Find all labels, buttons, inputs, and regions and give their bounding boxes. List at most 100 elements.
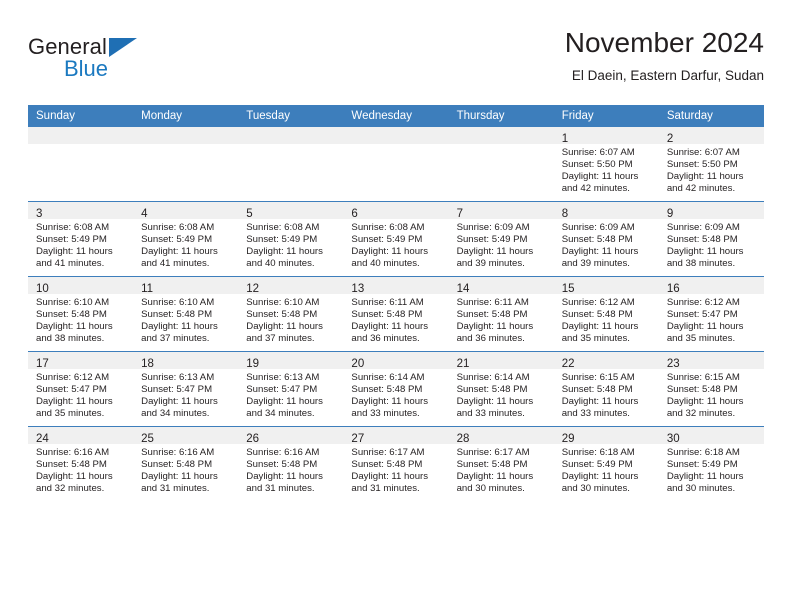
daylight-text-line1: Daylight: 11 hours — [36, 246, 113, 258]
calendar-day-cell[interactable]: 23 Sunrise: 6:15 AM Sunset: 5:48 PM Dayligh… — [658, 351, 764, 427]
daylight-text-line2: and 34 minutes. — [141, 408, 210, 420]
sunset-text: Sunset: 5:49 PM — [36, 234, 107, 246]
day-number: 20 — [351, 358, 365, 370]
daylight-text-line1: Daylight: 11 hours — [351, 321, 429, 333]
sunrise-text: Sunrise: 6:07 AM — [561, 147, 635, 158]
weekday-header-sunday: Sunday — [28, 105, 134, 127]
sunset-text: Sunset: 5:47 PM — [666, 309, 738, 321]
calendar-day-cell[interactable]: 10 Sunrise: 6:10 AM Sunset: 5:48 PM Dayligh… — [28, 276, 134, 352]
day-details: Sunrise: 6:14 AM Sunset: 5:48 PM Daylight:… — [449, 369, 554, 420]
sunrise-text: Sunrise: 6:10 AM — [246, 297, 320, 308]
sunrise-text: Sunrise: 6:10 AM — [141, 297, 215, 308]
location-subtitle: El Daein, Eastern Darfur, Sudan — [571, 68, 764, 83]
day-number-band: 15 — [553, 277, 659, 295]
calendar-day-cell[interactable]: 21 Sunrise: 6:14 AM Sunset: 5:48 PM Dayligh… — [448, 351, 554, 427]
sunrise-text: Sunrise: 6:13 AM — [246, 372, 320, 383]
day-number: 25 — [141, 433, 154, 445]
brand-name-blue: Blue — [64, 56, 109, 81]
calendar-day-cell[interactable]: 11 Sunrise: 6:10 AM Sunset: 5:48 PM Dayligh… — [133, 276, 239, 352]
weekday-header-friday: Friday — [553, 105, 659, 127]
daylight-text-line2: and 40 minutes. — [351, 258, 420, 270]
calendar-day-cell[interactable]: 25 Sunrise: 6:16 AM Sunset: 5:48 PM Dayligh… — [133, 426, 239, 501]
calendar-week-row: 3 Sunrise: 6:08 AM Sunset: 5:49 PM Daylight… — [28, 201, 764, 277]
daylight-text-line1: Daylight: 11 hours — [351, 396, 429, 408]
day-number-band — [448, 127, 554, 144]
sunset-text: Sunset: 5:48 PM — [456, 384, 528, 396]
day-number-band: 28 — [448, 427, 554, 445]
sunset-text: Sunset: 5:48 PM — [36, 459, 107, 471]
calendar-day-cell[interactable]: 4 Sunrise: 6:08 AM Sunset: 5:49 PM Daylight… — [133, 201, 239, 277]
sunset-text: Sunset: 5:48 PM — [36, 309, 107, 321]
day-number-band: 1 — [553, 127, 659, 145]
daylight-text-line1: Daylight: 11 hours — [141, 246, 218, 258]
sunset-text: Sunset: 5:48 PM — [666, 384, 738, 396]
calendar-day-cell[interactable]: 15 Sunrise: 6:12 AM Sunset: 5:48 PM Dayligh… — [553, 276, 659, 352]
day-details: Sunrise: 6:13 AM Sunset: 5:47 PM Daylight:… — [238, 369, 343, 420]
sunset-text: Sunset: 5:48 PM — [141, 459, 213, 471]
calendar-week-row: 10 Sunrise: 6:10 AM Sunset: 5:48 PM Dayligh… — [28, 276, 764, 352]
day-details: Sunrise: 6:17 AM Sunset: 5:48 PM Daylight:… — [343, 444, 448, 495]
day-number: 11 — [141, 283, 154, 295]
calendar-day-cell[interactable]: 12 Sunrise: 6:10 AM Sunset: 5:48 PM Dayligh… — [238, 276, 344, 352]
day-details: Sunrise: 6:15 AM Sunset: 5:48 PM Daylight:… — [554, 369, 659, 420]
calendar-day-cell[interactable]: 16 Sunrise: 6:12 AM Sunset: 5:47 PM Dayligh… — [658, 276, 764, 352]
calendar-day-cell[interactable]: 2 Sunrise: 6:07 AM Sunset: 5:50 PM Daylight… — [658, 127, 764, 202]
day-details: Sunrise: 6:07 AM Sunset: 5:50 PM Daylight:… — [659, 144, 764, 195]
calendar-day-cell[interactable]: 18 Sunrise: 6:13 AM Sunset: 5:47 PM Dayligh… — [133, 351, 239, 427]
day-details: Sunrise: 6:16 AM Sunset: 5:48 PM Daylight:… — [28, 444, 133, 495]
day-number-band: 26 — [238, 427, 344, 445]
calendar-day-cell[interactable]: 24 Sunrise: 6:16 AM Sunset: 5:48 PM Dayligh… — [28, 426, 134, 501]
sunrise-text: Sunrise: 6:16 AM — [36, 447, 110, 458]
daylight-text-line2: and 31 minutes. — [351, 483, 420, 495]
calendar-day-cell[interactable]: 5 Sunrise: 6:08 AM Sunset: 5:49 PM Daylight… — [238, 201, 344, 277]
calendar-day-cell[interactable]: 9 Sunrise: 6:09 AM Sunset: 5:48 PM Daylight… — [658, 201, 764, 277]
sunrise-text: Sunrise: 6:16 AM — [141, 447, 215, 458]
day-details: Sunrise: 6:08 AM Sunset: 5:49 PM Daylight:… — [133, 219, 238, 270]
calendar-day-cell[interactable]: 13 Sunrise: 6:11 AM Sunset: 5:48 PM Dayligh… — [343, 276, 449, 352]
calendar-day-cell[interactable]: 6 Sunrise: 6:08 AM Sunset: 5:49 PM Daylight… — [343, 201, 449, 277]
daylight-text-line2: and 35 minutes. — [561, 333, 630, 345]
day-number: 16 — [666, 283, 680, 295]
calendar-day-cell[interactable]: 20 Sunrise: 6:14 AM Sunset: 5:48 PM Dayligh… — [343, 351, 449, 427]
day-number: 2 — [666, 133, 674, 145]
calendar-day-cell[interactable]: 14 Sunrise: 6:11 AM Sunset: 5:48 PM Dayligh… — [448, 276, 554, 352]
calendar-week-row: 1 Sunrise: 6:07 AM Sunset: 5:50 PM Daylight… — [28, 127, 764, 202]
day-number-band — [28, 127, 134, 144]
daylight-text-line2: and 42 minutes. — [666, 183, 736, 195]
sunrise-text: Sunrise: 6:14 AM — [351, 372, 425, 383]
day-number-band: 29 — [553, 427, 659, 445]
title-block: November 2024 El Daein, Eastern Darfur, … — [565, 26, 764, 86]
sunrise-text: Sunrise: 6:07 AM — [666, 147, 740, 158]
daylight-text-line2: and 33 minutes. — [561, 408, 630, 420]
triangle-logo-icon — [109, 38, 137, 57]
sunset-text: Sunset: 5:49 PM — [351, 234, 423, 246]
sunset-text: Sunset: 5:47 PM — [141, 384, 213, 396]
calendar-day-cell[interactable]: 29 Sunrise: 6:18 AM Sunset: 5:49 PM Dayligh… — [553, 426, 659, 501]
calendar-day-cell[interactable]: 28 Sunrise: 6:17 AM Sunset: 5:48 PM Dayligh… — [448, 426, 554, 501]
daylight-text-line2: and 41 minutes. — [36, 258, 105, 270]
day-details: Sunrise: 6:16 AM Sunset: 5:48 PM Daylight:… — [133, 444, 238, 495]
brand-logo[interactable]: General Blue — [28, 34, 208, 90]
day-number-band: 3 — [28, 202, 134, 220]
calendar-day-cell[interactable]: 30 Sunrise: 6:18 AM Sunset: 5:49 PM Dayligh… — [658, 426, 764, 501]
day-number: 29 — [561, 433, 575, 445]
daylight-text-line2: and 36 minutes. — [456, 333, 525, 345]
sunrise-text: Sunrise: 6:11 AM — [351, 297, 424, 308]
day-details: Sunrise: 6:12 AM Sunset: 5:47 PM Daylight:… — [659, 294, 764, 345]
calendar-day-cell[interactable]: 22 Sunrise: 6:15 AM Sunset: 5:48 PM Dayligh… — [553, 351, 659, 427]
sunset-text: Sunset: 5:47 PM — [246, 384, 318, 396]
calendar-week-row: 17 Sunrise: 6:12 AM Sunset: 5:47 PM Dayligh… — [28, 351, 764, 427]
daylight-text-line2: and 37 minutes. — [141, 333, 210, 345]
calendar-day-cell[interactable]: 17 Sunrise: 6:12 AM Sunset: 5:47 PM Dayligh… — [28, 351, 134, 427]
calendar-day-cell[interactable]: 1 Sunrise: 6:07 AM Sunset: 5:50 PM Daylight… — [553, 127, 659, 202]
calendar-day-cell[interactable]: 7 Sunrise: 6:09 AM Sunset: 5:49 PM Daylight… — [448, 201, 554, 277]
daylight-text-line1: Daylight: 11 hours — [351, 246, 429, 258]
calendar-day-cell[interactable]: 26 Sunrise: 6:16 AM Sunset: 5:48 PM Dayligh… — [238, 426, 344, 501]
daylight-text-line2: and 35 minutes. — [36, 408, 105, 420]
calendar-day-cell[interactable]: 8 Sunrise: 6:09 AM Sunset: 5:48 PM Daylight… — [553, 201, 659, 277]
day-number: 5 — [246, 208, 253, 220]
daylight-text-line2: and 39 minutes. — [561, 258, 630, 270]
calendar-day-cell[interactable]: 19 Sunrise: 6:13 AM Sunset: 5:47 PM Dayligh… — [238, 351, 344, 427]
calendar-day-cell[interactable]: 27 Sunrise: 6:17 AM Sunset: 5:48 PM Dayligh… — [343, 426, 449, 501]
calendar-day-cell[interactable]: 3 Sunrise: 6:08 AM Sunset: 5:49 PM Daylight… — [28, 201, 134, 277]
